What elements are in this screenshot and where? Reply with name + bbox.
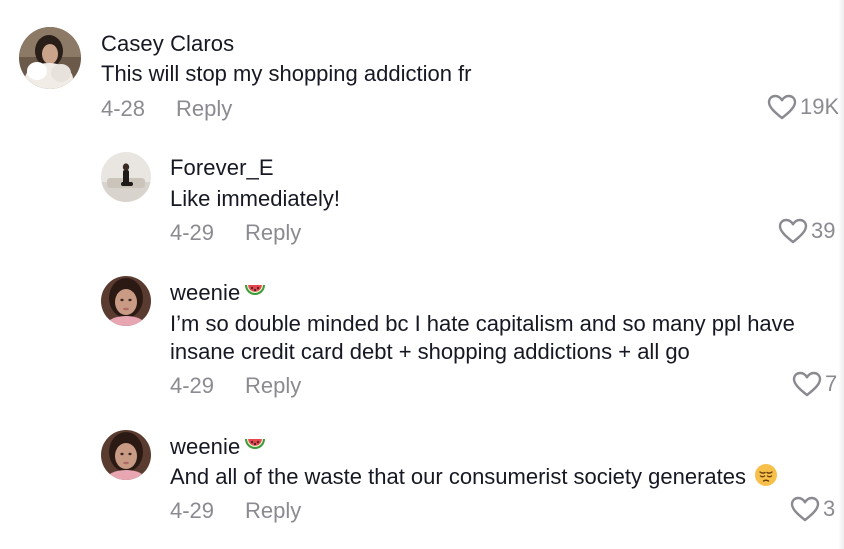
comment-username[interactable]: weenie xyxy=(170,434,267,462)
heart-icon xyxy=(790,496,820,522)
like-button[interactable]: 19K xyxy=(767,94,839,120)
avatar[interactable] xyxy=(101,430,151,480)
comment-text: Like immediately! xyxy=(170,186,340,211)
avatar[interactable] xyxy=(19,27,81,89)
heart-icon xyxy=(767,94,797,120)
comment-text-line-2: insane credit card debt + shopping addic… xyxy=(170,339,690,364)
pensive-face-emoji xyxy=(754,463,778,494)
heart-icon xyxy=(792,371,822,397)
avatar[interactable] xyxy=(101,152,151,202)
scroll-edge xyxy=(838,0,844,549)
username-text: weenie xyxy=(170,280,241,305)
reply-button[interactable]: Reply xyxy=(245,498,301,524)
like-count: 7 xyxy=(825,371,838,396)
reply-button[interactable]: Reply xyxy=(245,373,301,399)
comment-text-line-1: I’m so double minded bc I hate capitalis… xyxy=(170,311,795,336)
comment-date: 4-29 xyxy=(170,220,215,245)
like-count: 19K xyxy=(800,94,840,119)
comment-text-content: And all of the waste that our consumeris… xyxy=(170,464,746,489)
comment-date: 4-29 xyxy=(170,498,215,523)
comment-date: 4-28 xyxy=(101,96,146,121)
heart-icon xyxy=(778,218,808,244)
comment-username[interactable]: weenie xyxy=(170,280,267,308)
like-button[interactable]: 7 xyxy=(792,371,837,397)
like-button[interactable]: 39 xyxy=(778,218,835,244)
comment-text: This will stop my shopping addiction fr xyxy=(101,61,472,86)
comment-username[interactable]: Forever_E xyxy=(170,155,274,181)
watermelon-emoji xyxy=(243,280,267,308)
comment-date: 4-29 xyxy=(170,373,215,398)
like-count: 3 xyxy=(823,496,836,521)
username-text: weenie xyxy=(170,434,241,459)
comment-username[interactable]: Casey Claros xyxy=(101,31,234,57)
reply-button[interactable]: Reply xyxy=(176,96,232,122)
watermelon-emoji xyxy=(243,434,267,462)
comments-panel: Casey Claros This will stop my shopping … xyxy=(0,0,844,549)
reply-button[interactable]: Reply xyxy=(245,220,301,246)
comment-text: And all of the waste that our consumeris… xyxy=(170,463,778,494)
like-button[interactable]: 3 xyxy=(790,496,835,522)
avatar[interactable] xyxy=(101,276,151,326)
like-count: 39 xyxy=(811,218,836,243)
